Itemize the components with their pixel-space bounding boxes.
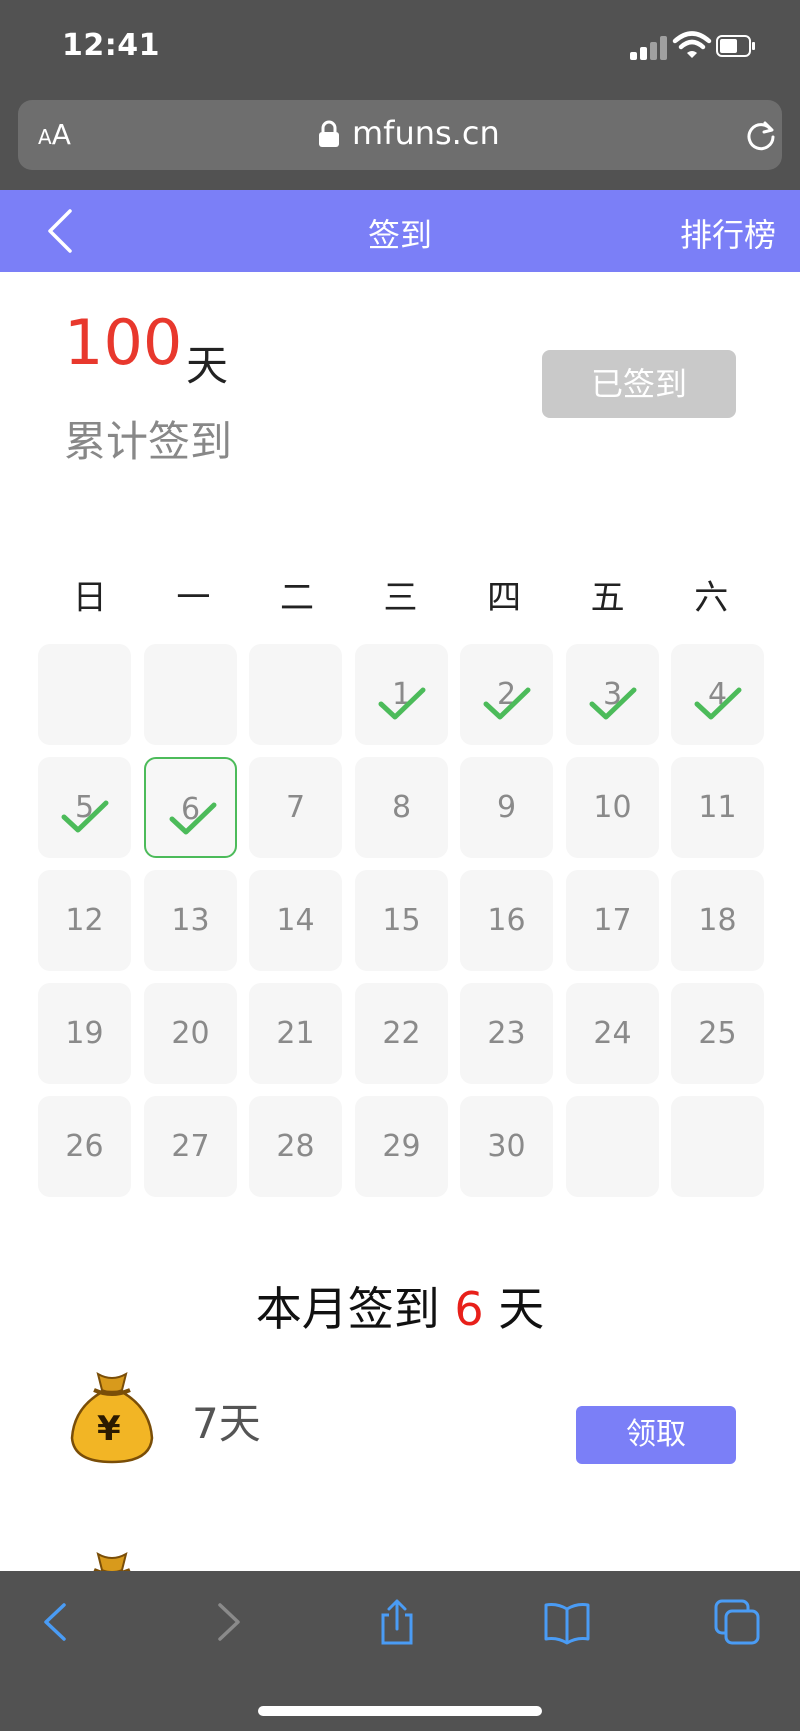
url-domain: mfuns.cn — [352, 114, 500, 152]
money-bag-icon — [64, 1548, 160, 1572]
checkmark-icon — [378, 687, 426, 720]
calendar-day-7[interactable]: 7 — [249, 757, 342, 858]
ranking-link[interactable]: 排行榜 — [680, 210, 776, 256]
checkmark-icon — [483, 687, 531, 720]
lock-icon — [319, 120, 339, 147]
reward-row: ¥ 7天 领取 — [0, 1368, 800, 1468]
claim-reward-button[interactable]: 领取 — [576, 1406, 736, 1464]
share-icon[interactable] — [372, 1597, 422, 1647]
weekday-header: 日 一 二 三 四 五 六 — [38, 570, 763, 619]
calendar-day-8[interactable]: 8 — [355, 757, 448, 858]
status-time: 12:41 — [62, 28, 160, 63]
calendar-day-5[interactable]: 5 — [38, 757, 131, 858]
calendar-empty-cell — [566, 1096, 659, 1197]
weekday-label: 日 — [72, 578, 107, 618]
calendar-empty-cell — [144, 644, 237, 745]
calendar-day-11[interactable]: 11 — [671, 757, 764, 858]
reward-label: 7天 — [192, 1399, 261, 1448]
signed-in-button[interactable]: 已签到 — [542, 350, 736, 418]
calendar-day-15[interactable]: 15 — [355, 870, 448, 971]
calendar-day-21[interactable]: 21 — [249, 983, 342, 1084]
forward-icon[interactable] — [202, 1597, 252, 1647]
calendar-day-12[interactable]: 12 — [38, 870, 131, 971]
calendar-day-22[interactable]: 22 — [355, 983, 448, 1084]
checkmark-icon — [589, 687, 637, 720]
calendar-day-1[interactable]: 1 — [355, 644, 448, 745]
home-indicator — [258, 1706, 542, 1716]
calendar-day-17[interactable]: 17 — [566, 870, 659, 971]
calendar-day-19[interactable]: 19 — [38, 983, 131, 1084]
bookmarks-icon[interactable] — [542, 1597, 592, 1647]
calendar-day-9[interactable]: 9 — [460, 757, 553, 858]
month-summary: 本月签到 6 天 — [0, 1273, 800, 1339]
checkmark-icon — [61, 800, 109, 833]
calendar-day-25[interactable]: 25 — [671, 983, 764, 1084]
calendar-empty-cell — [249, 644, 342, 745]
weekday-label: 五 — [590, 578, 625, 618]
address-bar[interactable]: AAAA mfuns.cn — [18, 100, 782, 170]
wifi-icon — [672, 31, 712, 58]
svg-text:¥: ¥ — [97, 1409, 121, 1449]
calendar-day-4[interactable]: 4 — [671, 644, 764, 745]
calendar-day-14[interactable]: 14 — [249, 870, 342, 971]
reload-icon[interactable] — [744, 118, 778, 152]
cellular-signal-icon — [630, 36, 668, 60]
calendar-day-2[interactable]: 2 — [460, 644, 553, 745]
calendar-day-28[interactable]: 28 — [249, 1096, 342, 1197]
text-size-button[interactable]: AAAA — [38, 118, 71, 151]
calendar-day-20[interactable]: 20 — [144, 983, 237, 1084]
tabs-icon[interactable] — [712, 1597, 762, 1647]
weekday-label: 四 — [487, 578, 522, 618]
calendar-day-23[interactable]: 23 — [460, 983, 553, 1084]
weekday-label: 二 — [279, 578, 314, 618]
weekday-label: 六 — [694, 578, 729, 618]
checkmark-icon — [694, 687, 742, 720]
calendar-day-16[interactable]: 16 — [460, 870, 553, 971]
calendar-day-26[interactable]: 26 — [38, 1096, 131, 1197]
total-days-unit: 天 — [186, 341, 229, 390]
calendar-empty-cell — [38, 644, 131, 745]
total-days-count: 100 — [64, 306, 183, 379]
month-summary-prefix: 本月签到 — [255, 1282, 440, 1336]
month-signed-count: 6 — [454, 1282, 484, 1336]
money-bag-icon: ¥ — [70, 1371, 154, 1464]
calendar-day-24[interactable]: 24 — [566, 983, 659, 1084]
calendar-day-27[interactable]: 27 — [144, 1096, 237, 1197]
calendar-day-29[interactable]: 29 — [355, 1096, 448, 1197]
calendar-day-13[interactable]: 13 — [144, 870, 237, 971]
calendar-day-3[interactable]: 3 — [566, 644, 659, 745]
calendar-day-30[interactable]: 30 — [460, 1096, 553, 1197]
weekday-label: 一 — [176, 578, 211, 618]
calendar-day-18[interactable]: 18 — [671, 870, 764, 971]
weekday-label: 三 — [383, 578, 418, 618]
calendar-day-10[interactable]: 10 — [566, 757, 659, 858]
status-bar: 12:41 — [0, 0, 800, 100]
battery-icon — [716, 35, 755, 57]
month-summary-unit: 天 — [498, 1282, 545, 1336]
calendar-empty-cell — [671, 1096, 764, 1197]
calendar-day-6[interactable]: 6 — [144, 757, 237, 858]
total-days-label: 累计签到 — [64, 417, 233, 466]
page-header: 签到 排行榜 — [0, 190, 800, 272]
checkmark-icon — [169, 802, 217, 835]
back-icon[interactable] — [32, 1597, 82, 1647]
